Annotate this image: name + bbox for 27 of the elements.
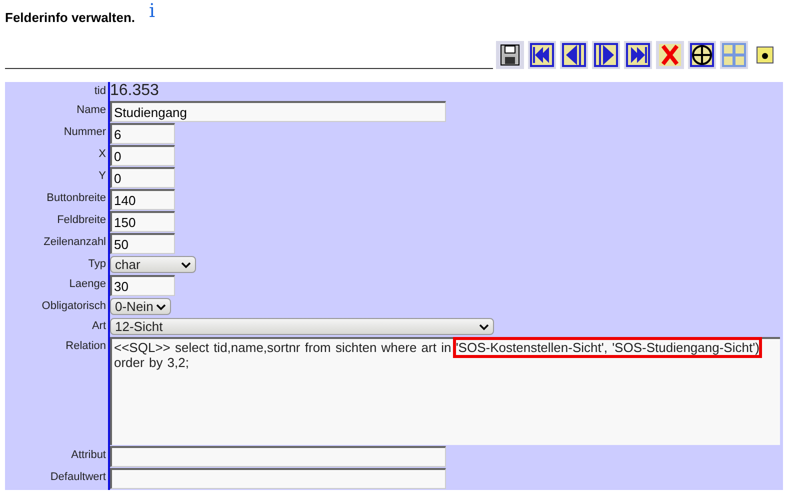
caret-icon	[156, 302, 166, 310]
input-field[interactable]: 50	[110, 233, 175, 254]
text-area[interactable]: <<SQL>> select tid,name,sortnr from sichten where art in 'SOS-Kostenstellen-Sicht', 'SOS-Studiengang-Sicht') order by 3,2;	[110, 337, 780, 445]
dropdown[interactable]: 12-Sicht	[110, 318, 494, 335]
input-field[interactable]: 30	[110, 275, 175, 296]
record-id: 16.353	[110, 82, 159, 100]
add-button[interactable]	[688, 41, 716, 69]
input-field[interactable]	[110, 446, 446, 467]
field-label: tid	[5, 82, 110, 101]
caret-icon	[479, 322, 489, 330]
input-field[interactable]	[110, 468, 446, 489]
dropdown[interactable]: 0-Nein	[110, 298, 171, 315]
next-record-button[interactable]	[592, 41, 620, 69]
input-field[interactable]: 0	[110, 145, 175, 166]
page-title: Felderinfo verwalten.	[5, 10, 136, 25]
previous-record-button[interactable]	[560, 41, 588, 69]
info-link[interactable]: i	[149, 0, 156, 22]
input-field[interactable]: 0	[110, 167, 175, 188]
input-field[interactable]: 150	[110, 211, 175, 232]
input-field[interactable]: 140	[110, 189, 175, 210]
input-field[interactable]: Studiengang	[110, 101, 446, 122]
last-record-button[interactable]	[624, 41, 652, 69]
caret-icon	[181, 260, 191, 268]
first-record-button[interactable]	[528, 41, 556, 69]
save-button[interactable]	[496, 41, 524, 69]
dropdown[interactable]: char	[110, 256, 196, 273]
input-field[interactable]: 6	[110, 123, 175, 144]
